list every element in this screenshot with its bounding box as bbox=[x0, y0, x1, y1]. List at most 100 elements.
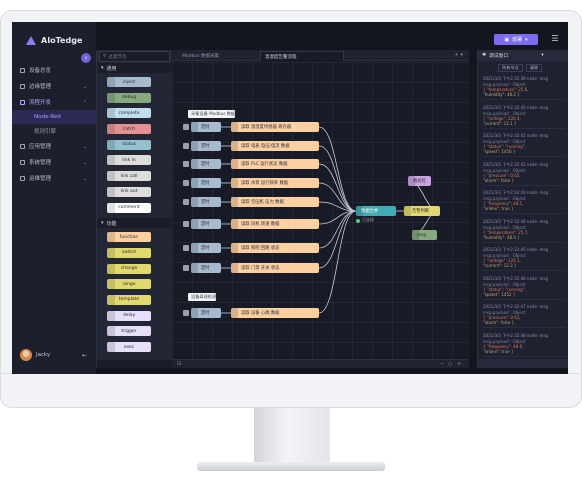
function-node[interactable]: 读取 PLC 运行状态 数据 bbox=[231, 159, 319, 169]
zoom-out-icon[interactable]: − bbox=[440, 361, 444, 367]
palette-search[interactable]: ⚲ 过滤节点 bbox=[99, 51, 170, 62]
palette-node-function[interactable]: switch bbox=[107, 247, 151, 258]
debug-message[interactable]: 2021/3/3 下午2:32:46 node: msg msg.payload … bbox=[483, 276, 565, 300]
palette-category-function[interactable]: ▾ 功能 bbox=[97, 218, 172, 229]
merge-node[interactable]: 数据合并 bbox=[356, 206, 396, 216]
inject-trigger-button[interactable] bbox=[183, 143, 189, 149]
inject-node[interactable]: 定时 bbox=[191, 141, 221, 151]
tab-flow-2[interactable]: 温湿度告警流程 bbox=[260, 51, 344, 61]
user-name: Jacky bbox=[36, 352, 51, 358]
debug-message[interactable]: 2021/3/3 下午2:32:42 node: msg msg.payload … bbox=[483, 162, 565, 186]
debug-message[interactable]: 2021/3/3 下午2:32:47 node: msg msg.payload … bbox=[483, 304, 565, 328]
debug-message[interactable]: 2021/3/3 下午2:32:44 node: msg msg.payload … bbox=[483, 219, 565, 243]
template-node[interactable]: 格式化 bbox=[408, 176, 431, 186]
inject-node[interactable]: 定时 bbox=[191, 308, 221, 318]
palette-node-common[interactable]: status bbox=[107, 139, 151, 150]
zoom-in-icon[interactable]: + bbox=[457, 361, 461, 367]
palette-node-function[interactable]: template bbox=[107, 294, 151, 305]
inject-node[interactable]: 定时 bbox=[191, 122, 221, 132]
inject-trigger-button[interactable] bbox=[183, 180, 189, 186]
wire[interactable] bbox=[318, 126, 357, 212]
palette-node-function[interactable]: range bbox=[107, 279, 151, 290]
sidebar-subitem-node-red[interactable]: Node-Red bbox=[12, 110, 96, 124]
sidebar-item-apps[interactable]: 应用管理 ⌄ bbox=[12, 138, 96, 154]
user-menu-icon[interactable]: ⇤ bbox=[82, 352, 87, 359]
comment-node[interactable]: 采集设备 Modbus 数据 bbox=[188, 110, 236, 118]
sidebar-item-ops[interactable]: 运维管理 ⌄ bbox=[12, 170, 96, 186]
wire[interactable] bbox=[318, 210, 357, 249]
debug-message[interactable]: 2021/3/3 下午2:32:39 node: msg msg.payload … bbox=[483, 76, 565, 100]
switch-node[interactable]: 告警判断 bbox=[404, 206, 440, 216]
debug-message[interactable]: 2021/3/3 下午2:32:48 node: msg msg.payload … bbox=[483, 333, 565, 357]
palette-node-common[interactable]: inject bbox=[107, 77, 151, 87]
palette-node-function[interactable]: exec bbox=[107, 342, 151, 352]
clear-messages-button[interactable]: 清除 bbox=[525, 63, 543, 72]
chevron-down-icon[interactable]: ▾ bbox=[541, 53, 543, 58]
tab-flow-1[interactable]: Modbus 数据采集 bbox=[178, 51, 260, 61]
sidebar-item-edge[interactable]: 边缘管理 ⌄ bbox=[12, 78, 96, 94]
zoom-reset-icon[interactable]: ○ bbox=[448, 361, 452, 367]
user-profile[interactable]: Jacky bbox=[20, 349, 50, 361]
debug-message[interactable]: 2021/3/3 下午2:32:43 node: msg msg.payload … bbox=[483, 190, 565, 214]
palette-node-function[interactable]: change bbox=[107, 263, 151, 274]
inject-trigger-button[interactable] bbox=[183, 245, 189, 251]
palette-category-common[interactable]: ▾ 通用 bbox=[97, 63, 172, 73]
inject-node[interactable]: 定时 bbox=[191, 219, 221, 229]
brand[interactable]: AIoTedge bbox=[26, 32, 82, 48]
comment-node[interactable]: 设备离线检测 bbox=[188, 293, 217, 301]
palette-node-label: link in bbox=[122, 157, 136, 163]
function-node[interactable]: 读取 温湿度传感器 寄存器 bbox=[231, 122, 319, 132]
palette-node-common[interactable]: link call bbox=[107, 171, 151, 182]
inject-trigger-button[interactable] bbox=[183, 221, 189, 227]
debug-message[interactable]: 2021/3/3 下午2:32:45 node: msg msg.payload … bbox=[483, 247, 565, 271]
inject-node[interactable]: 定时 bbox=[191, 159, 221, 169]
palette-node-function[interactable]: function bbox=[107, 232, 151, 243]
function-node[interactable]: 读取 空压机 压力 数据 bbox=[231, 197, 319, 207]
deploy-button[interactable]: ▣ 部署 ▾ bbox=[494, 34, 538, 45]
debug-message[interactable]: 2021/3/3 下午2:32:41 node: msg msg.payload … bbox=[483, 133, 565, 157]
inject-trigger-button[interactable] bbox=[183, 310, 189, 316]
palette-node-common[interactable]: catch bbox=[107, 124, 151, 135]
sidebar-subitem-rules[interactable]: 规则引擎 bbox=[12, 124, 96, 138]
palette-node-common[interactable]: link in bbox=[107, 155, 151, 166]
inject-trigger-button[interactable] bbox=[183, 265, 189, 271]
debug-node[interactable]: msg bbox=[412, 230, 437, 240]
node-label: 定时 bbox=[201, 162, 210, 167]
function-node[interactable]: 读取 设备 心跳 数据 bbox=[231, 308, 319, 318]
sidebar-item-system[interactable]: 系统管理 ⌄ bbox=[12, 154, 96, 170]
inject-node[interactable]: 定时 bbox=[191, 178, 221, 188]
palette-node-common[interactable]: comment bbox=[107, 202, 151, 213]
tab-label: 温湿度告警流程 bbox=[265, 54, 297, 60]
function-node[interactable]: 读取 电表 电压/电流 数据 bbox=[231, 141, 319, 151]
sidebar-item-overview[interactable]: 设备总览 bbox=[12, 62, 96, 78]
function-node[interactable]: 读取 门禁 开关 状态 bbox=[231, 263, 319, 273]
palette-node-common[interactable]: debug bbox=[107, 92, 151, 103]
node-icon bbox=[191, 122, 198, 132]
inject-node[interactable]: 定时 bbox=[191, 197, 221, 207]
inject-trigger-button[interactable] bbox=[183, 199, 189, 205]
debug-message[interactable]: 2021/3/3 下午2:32:40 node: msg msg.payload … bbox=[483, 105, 565, 129]
flow-canvas[interactable]: 采集设备 Modbus 数据 设备离线检测 定时 读取 温湿度传感器 寄存器 定时 读取 … bbox=[172, 62, 469, 359]
filter-nodes-select[interactable]: 所有节点 bbox=[498, 63, 523, 72]
palette-node-function[interactable]: trigger bbox=[107, 326, 151, 337]
sidebar-item-flow[interactable]: 流程开发 ⌃ bbox=[12, 94, 96, 110]
wire[interactable] bbox=[318, 210, 357, 269]
inject-node[interactable]: 定时 bbox=[191, 243, 221, 253]
tab-label: Modbus 数据采集 bbox=[182, 54, 219, 59]
function-node[interactable]: 读取 水泵 运行频率 数据 bbox=[231, 178, 319, 188]
wire[interactable] bbox=[318, 163, 357, 212]
inject-node[interactable]: 定时 bbox=[191, 263, 221, 273]
list-tabs-icon[interactable]: ▾ bbox=[460, 52, 465, 58]
debug-message-body2: "speed": 1452 } bbox=[483, 291, 516, 297]
inject-trigger-button[interactable] bbox=[183, 161, 189, 167]
hamburger-menu-icon[interactable]: ☰ bbox=[550, 34, 560, 44]
function-node[interactable]: 读取 照明 回路 状态 bbox=[231, 243, 319, 253]
palette-node-common[interactable]: link out bbox=[107, 186, 151, 197]
wire[interactable] bbox=[318, 210, 357, 314]
inject-trigger-button[interactable] bbox=[183, 124, 189, 130]
function-node[interactable]: 读取 风机 转速 数据 bbox=[231, 219, 319, 229]
wire[interactable] bbox=[318, 145, 357, 212]
palette-node-common[interactable]: complete bbox=[107, 108, 151, 119]
palette-node-function[interactable]: delay bbox=[107, 310, 151, 321]
navigator-icon[interactable]: ⊡ bbox=[177, 361, 181, 367]
